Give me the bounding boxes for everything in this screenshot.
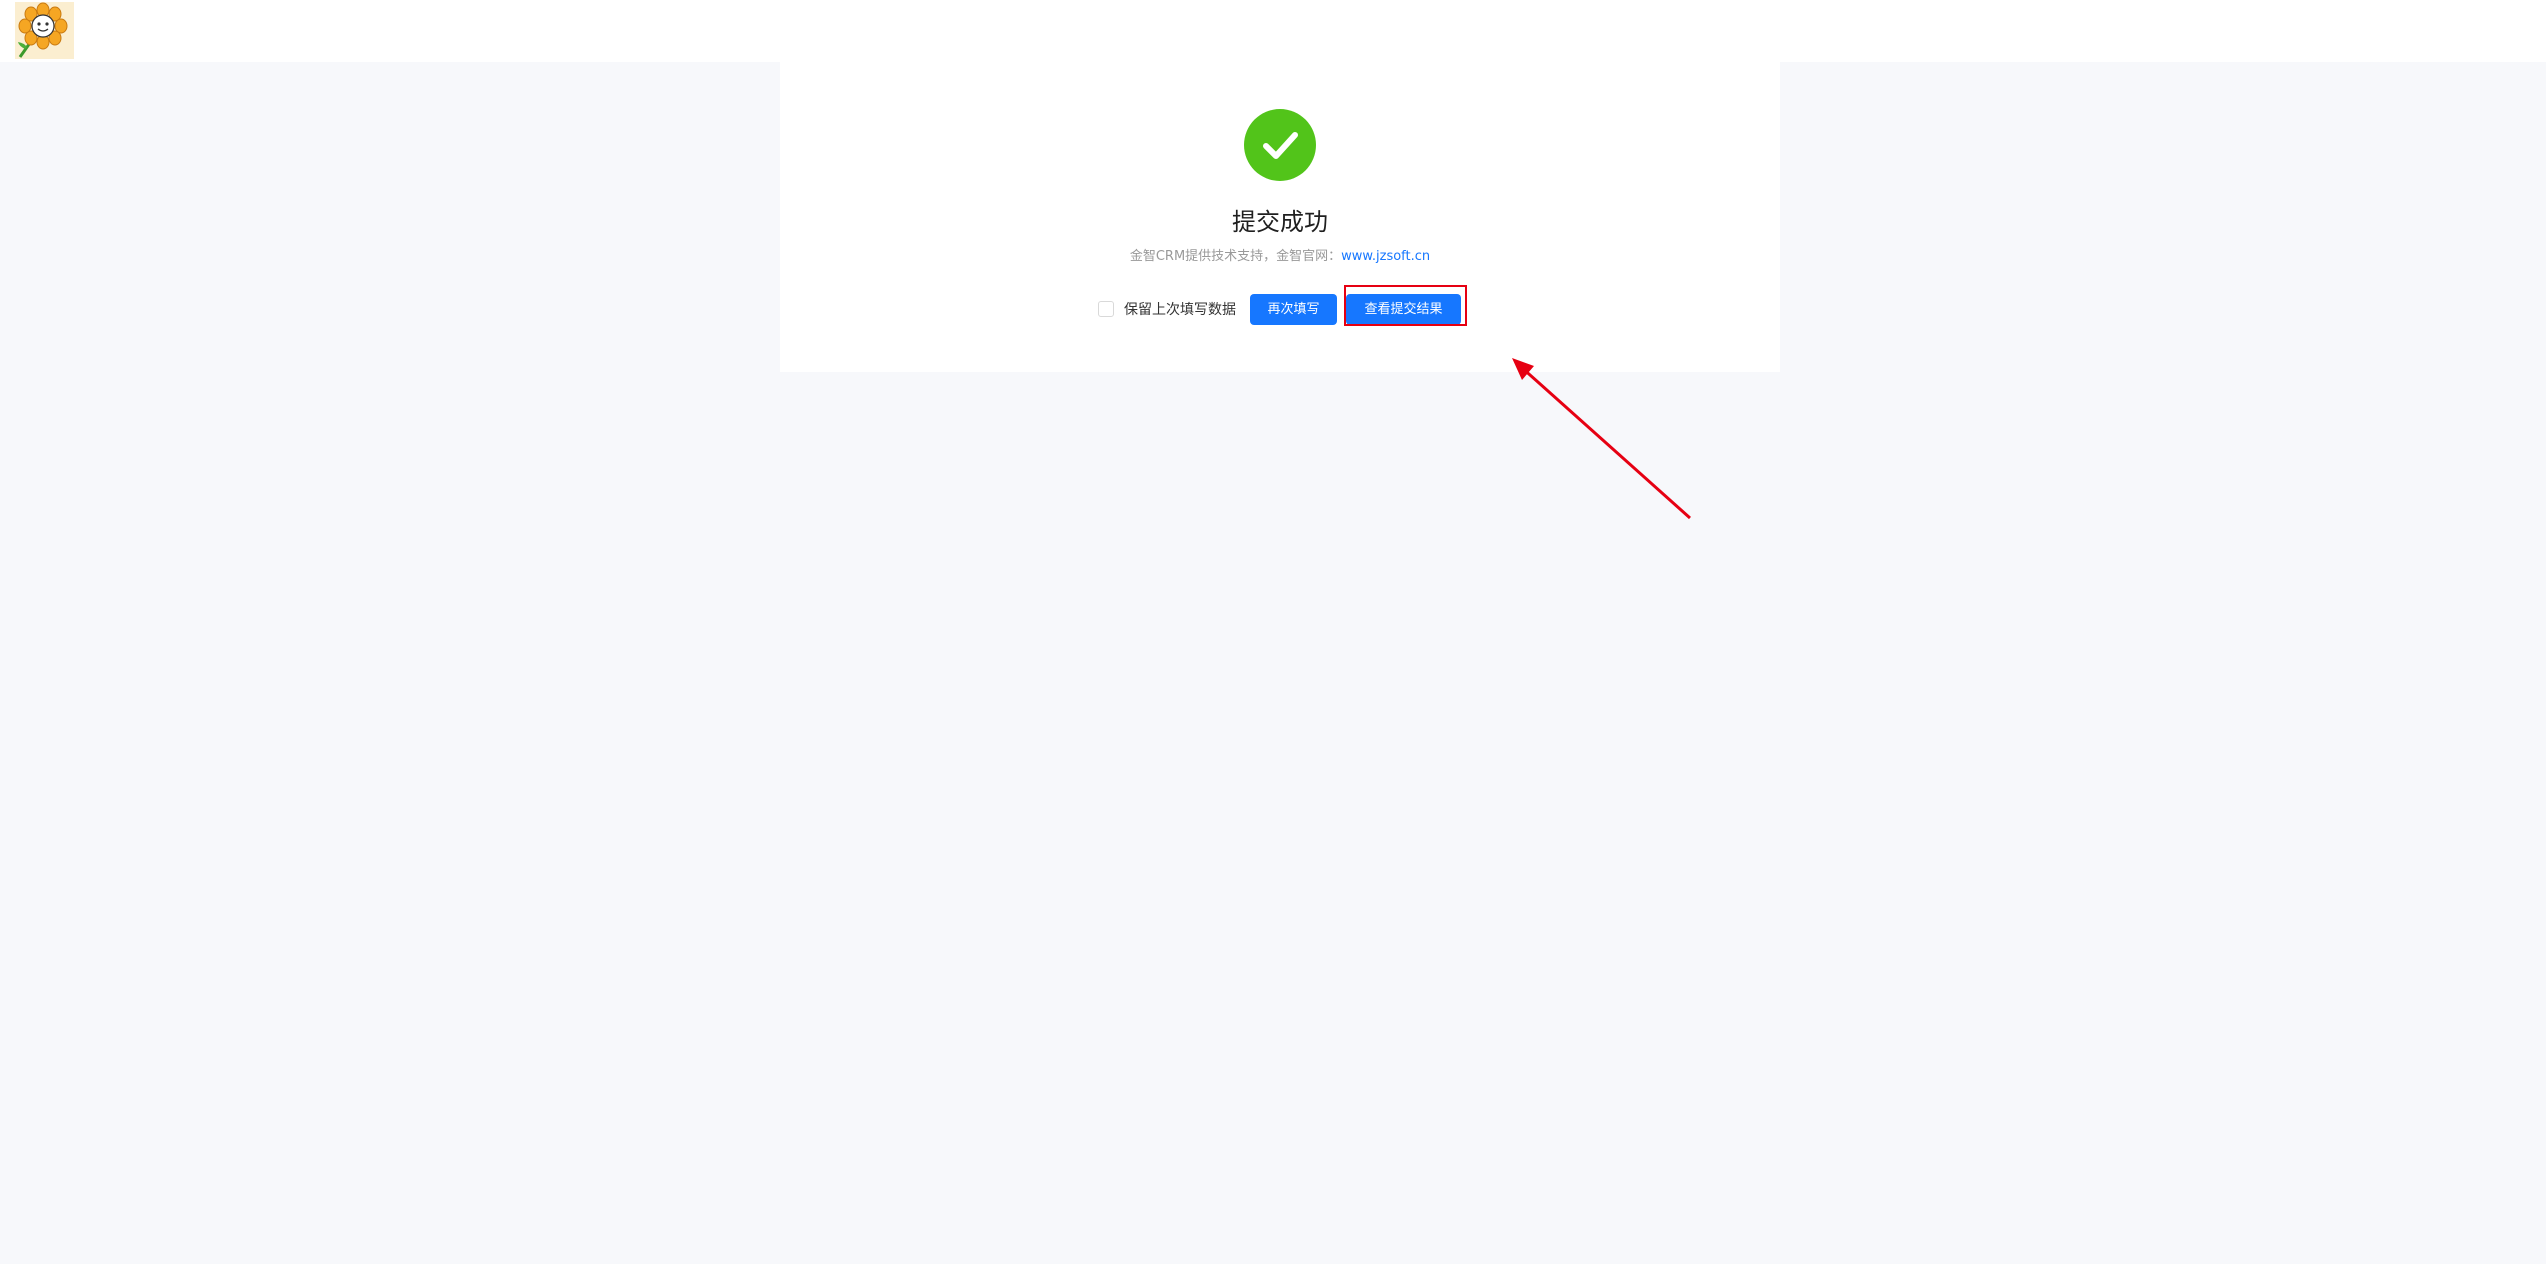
- highlight-box: [1344, 285, 1467, 326]
- checkbox-box[interactable]: [1098, 301, 1114, 317]
- keep-data-label: 保留上次填写数据: [1124, 302, 1236, 318]
- support-text: 金智CRM提供技术支持，金智官网：: [1129, 249, 1342, 264]
- check-circle-icon: [1244, 109, 1316, 181]
- sunflower-logo-icon: [15, 2, 74, 59]
- red-arrow-icon: [1512, 358, 1691, 520]
- website-link[interactable]: www.jzsoft.cn: [1341, 249, 1430, 264]
- refill-button[interactable]: 再次填写: [1250, 294, 1337, 325]
- result-card: 提交成功 金智CRM提供技术支持，金智官网：www.jzsoft.cn 保留上次…: [780, 62, 1780, 372]
- keep-data-checkbox[interactable]: 保留上次填写数据: [1098, 292, 1236, 326]
- result-title: 提交成功: [1232, 208, 1328, 236]
- action-row: 保留上次填写数据 再次填写 查看提交结果: [780, 292, 1780, 326]
- top-bar: [0, 0, 2546, 62]
- result-subtitle: 金智CRM提供技术支持，金智官网：www.jzsoft.cn: [780, 248, 1780, 266]
